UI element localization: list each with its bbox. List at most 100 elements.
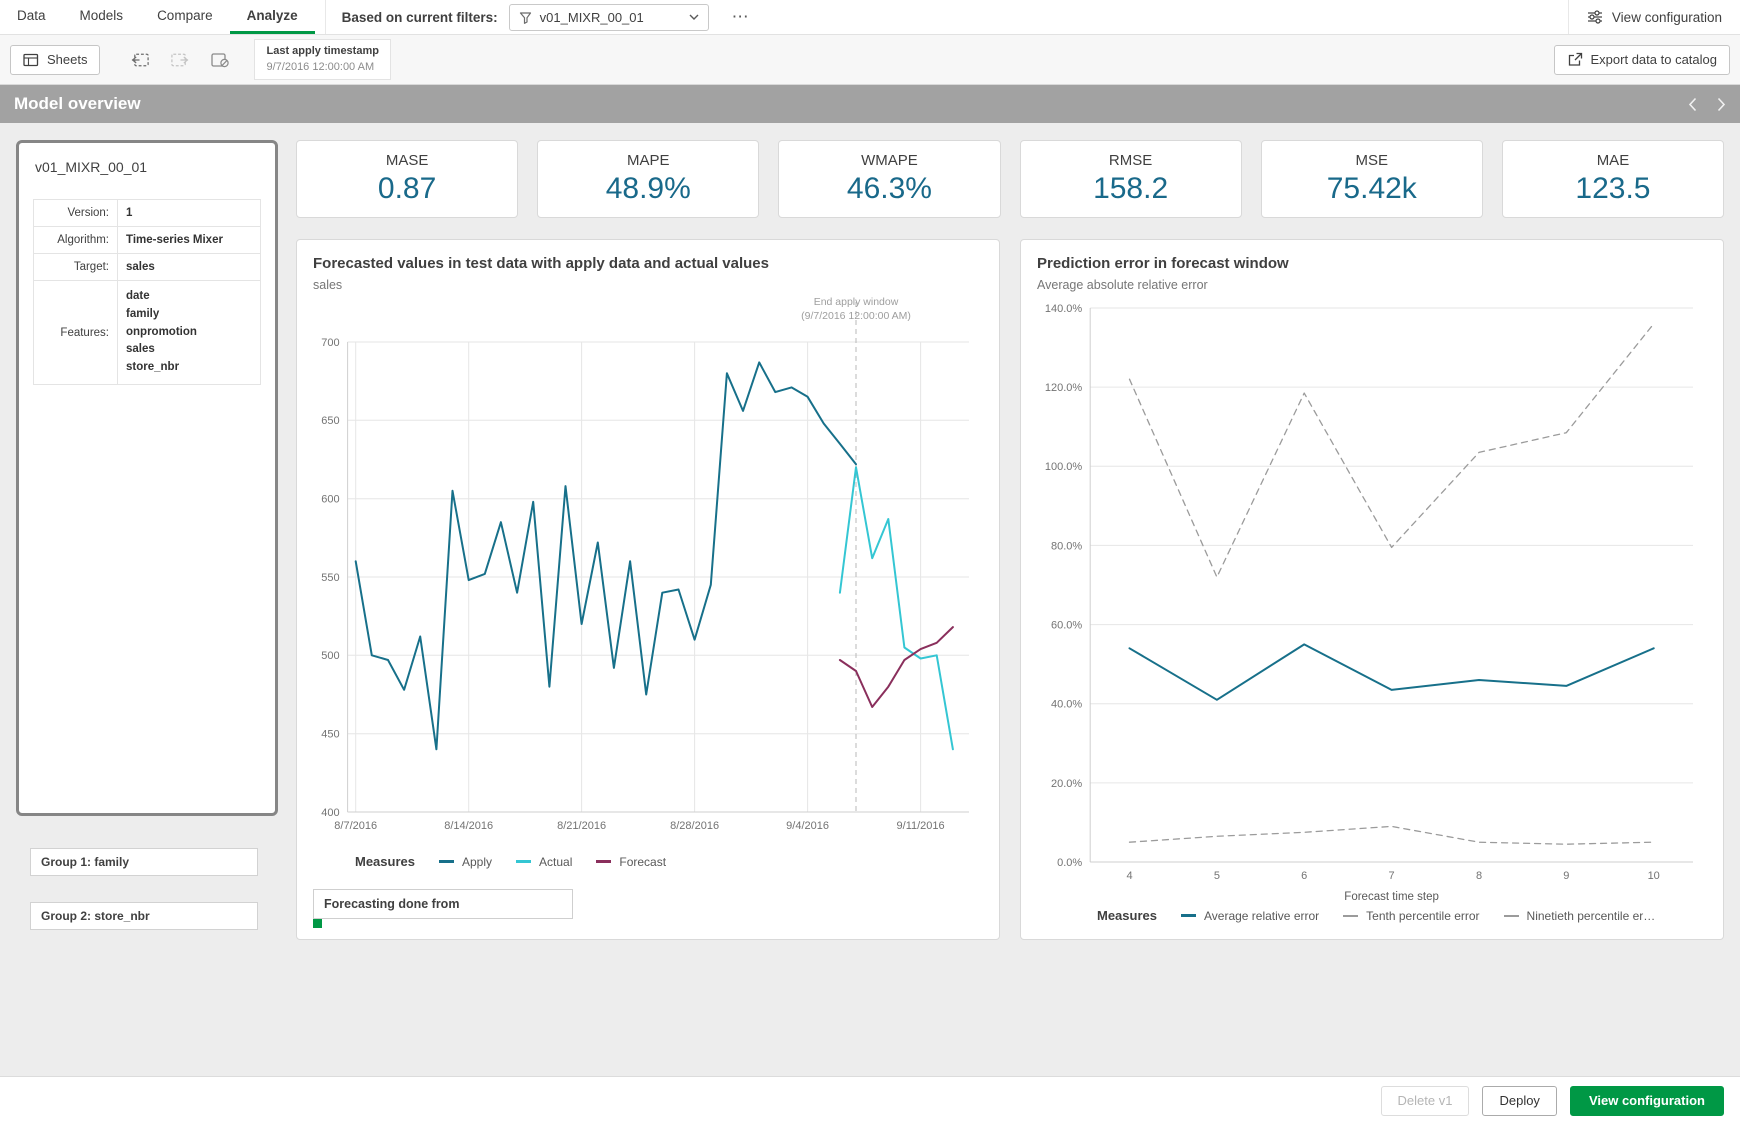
svg-text:100.0%: 100.0% xyxy=(1045,461,1083,473)
row-value: Time-series Mixer xyxy=(118,227,261,254)
row-label: Target: xyxy=(34,254,118,281)
legend-label: Ninetieth percentile er… xyxy=(1527,909,1656,923)
sheet-title: Model overview xyxy=(14,94,141,114)
step-back-selection-button[interactable] xyxy=(124,44,156,76)
nav-tabs: Data Models Compare Analyze xyxy=(0,0,315,34)
actual-swatch xyxy=(516,860,531,863)
row-value: 1 xyxy=(118,200,261,227)
svg-text:7: 7 xyxy=(1389,870,1395,882)
tab-compare-label: Compare xyxy=(157,8,213,23)
delete-version-button[interactable]: Delete v1 xyxy=(1381,1086,1470,1116)
main-content: v01_MIXR_00_01 Version: 1 Algorithm: Tim… xyxy=(0,123,1740,1076)
current-filters-value: v01_MIXR_00_01 xyxy=(540,10,644,25)
svg-text:9/11/2016: 9/11/2016 xyxy=(897,820,945,832)
forecast-chart-card: Forecasted values in test data with appl… xyxy=(296,239,1000,940)
apply-swatch xyxy=(439,860,454,863)
kpi-value: 48.9% xyxy=(606,172,691,206)
kpi-mse: MSE 75.42k xyxy=(1261,140,1483,218)
legend-item-forecast[interactable]: Forecast xyxy=(596,855,666,869)
forecast-chart[interactable]: 4004505005506006507008/7/20168/14/20168/… xyxy=(313,296,983,838)
error-chart-title: Prediction error in forecast window xyxy=(1037,255,1707,272)
model-name: v01_MIXR_00_01 xyxy=(35,159,261,175)
svg-text:40.0%: 40.0% xyxy=(1051,699,1082,711)
svg-text:60.0%: 60.0% xyxy=(1051,619,1082,631)
tab-data-label: Data xyxy=(17,8,46,23)
group-2-filter[interactable]: Group 2: store_nbr xyxy=(30,902,258,930)
svg-text:5: 5 xyxy=(1214,870,1220,882)
export-label: Export data to catalog xyxy=(1591,52,1717,67)
tab-compare[interactable]: Compare xyxy=(140,0,230,34)
svg-text:80.0%: 80.0% xyxy=(1051,540,1082,552)
forecast-chart-subtitle: sales xyxy=(313,278,983,292)
svg-text:8: 8 xyxy=(1476,870,1482,882)
sheets-button[interactable]: Sheets xyxy=(10,45,100,75)
more-options-button[interactable]: ⋯ xyxy=(720,7,762,27)
forecasting-done-from-filter[interactable]: Forecasting done from xyxy=(313,889,573,919)
current-filters-select[interactable]: v01_MIXR_00_01 xyxy=(509,4,709,31)
tab-models-label: Models xyxy=(80,8,124,23)
kpi-rmse: RMSE 158.2 xyxy=(1020,140,1242,218)
kpi-value: 123.5 xyxy=(1575,172,1650,206)
legend-label: Apply xyxy=(462,855,492,869)
legend-label: Actual xyxy=(539,855,572,869)
ninetieth-percentile-swatch xyxy=(1504,915,1519,917)
legend-item-average-relative-error[interactable]: Average relative error xyxy=(1181,909,1319,923)
export-icon xyxy=(1567,52,1583,67)
tab-analyze-label: Analyze xyxy=(247,8,298,23)
group-1-label: Group 1: family xyxy=(41,855,129,869)
svg-text:600: 600 xyxy=(321,494,339,506)
model-card[interactable]: v01_MIXR_00_01 Version: 1 Algorithm: Tim… xyxy=(16,140,278,816)
view-configuration-link[interactable]: View configuration xyxy=(1568,0,1740,34)
legend-item-ninetieth-percentile[interactable]: Ninetieth percentile er… xyxy=(1504,909,1656,923)
deploy-button[interactable]: Deploy xyxy=(1482,1086,1556,1116)
svg-text:10: 10 xyxy=(1648,870,1660,882)
table-row: Version: 1 xyxy=(34,200,261,227)
sheets-label: Sheets xyxy=(47,52,87,67)
next-sheet-button[interactable] xyxy=(1717,97,1726,112)
legend-item-tenth-percentile[interactable]: Tenth percentile error xyxy=(1343,909,1479,923)
step-forward-selection-button[interactable] xyxy=(164,44,196,76)
kpi-row: MASE 0.87 MAPE 48.9% WMAPE 46.3% RMSE 15… xyxy=(296,140,1724,218)
legend-label: Average relative error xyxy=(1204,909,1319,923)
row-label: Algorithm: xyxy=(34,227,118,254)
svg-text:Forecast time step: Forecast time step xyxy=(1344,891,1439,903)
svg-text:500: 500 xyxy=(321,650,339,662)
sheet-header: Model overview xyxy=(0,85,1740,123)
svg-text:20.0%: 20.0% xyxy=(1051,778,1082,790)
svg-text:8/28/2016: 8/28/2016 xyxy=(670,820,719,832)
sliders-icon xyxy=(1587,10,1603,24)
svg-text:650: 650 xyxy=(321,415,339,427)
legend-title: Measures xyxy=(1097,908,1157,923)
svg-text:550: 550 xyxy=(321,572,339,584)
svg-text:6: 6 xyxy=(1301,870,1307,882)
tab-models[interactable]: Models xyxy=(63,0,141,34)
svg-text:140.0%: 140.0% xyxy=(1045,303,1083,315)
svg-text:9/4/2016: 9/4/2016 xyxy=(786,820,829,832)
tab-analyze[interactable]: Analyze xyxy=(230,0,315,34)
selection-indicator xyxy=(313,919,322,928)
legend-item-apply[interactable]: Apply xyxy=(439,855,492,869)
forecast-swatch xyxy=(596,860,611,863)
svg-text:9: 9 xyxy=(1563,870,1569,882)
forecast-chart-title: Forecasted values in test data with appl… xyxy=(313,255,983,272)
svg-text:4: 4 xyxy=(1126,870,1132,882)
export-data-button[interactable]: Export data to catalog xyxy=(1554,45,1730,75)
clear-selections-button[interactable] xyxy=(204,44,236,76)
tab-data[interactable]: Data xyxy=(0,0,63,34)
legend-label: Tenth percentile error xyxy=(1366,909,1479,923)
view-configuration-text: View configuration xyxy=(1612,10,1722,25)
kpi-label: MAPE xyxy=(627,152,670,169)
svg-text:450: 450 xyxy=(321,729,339,741)
legend-item-actual[interactable]: Actual xyxy=(516,855,572,869)
svg-text:120.0%: 120.0% xyxy=(1045,382,1083,394)
filter-box-label: Forecasting done from xyxy=(324,897,459,911)
last-apply-timestamp-label: Last apply timestamp xyxy=(266,44,378,59)
view-configuration-button[interactable]: View configuration xyxy=(1570,1086,1724,1116)
average-error-swatch xyxy=(1181,914,1196,917)
svg-text:700: 700 xyxy=(321,337,339,349)
action-bar: Delete v1 Deploy View configuration xyxy=(0,1076,1740,1124)
error-chart[interactable]: 0.0%20.0%40.0%60.0%80.0%100.0%120.0%140.… xyxy=(1037,296,1707,908)
previous-sheet-button[interactable] xyxy=(1688,97,1697,112)
group-1-filter[interactable]: Group 1: family xyxy=(30,848,258,876)
kpi-value: 75.42k xyxy=(1327,172,1417,206)
